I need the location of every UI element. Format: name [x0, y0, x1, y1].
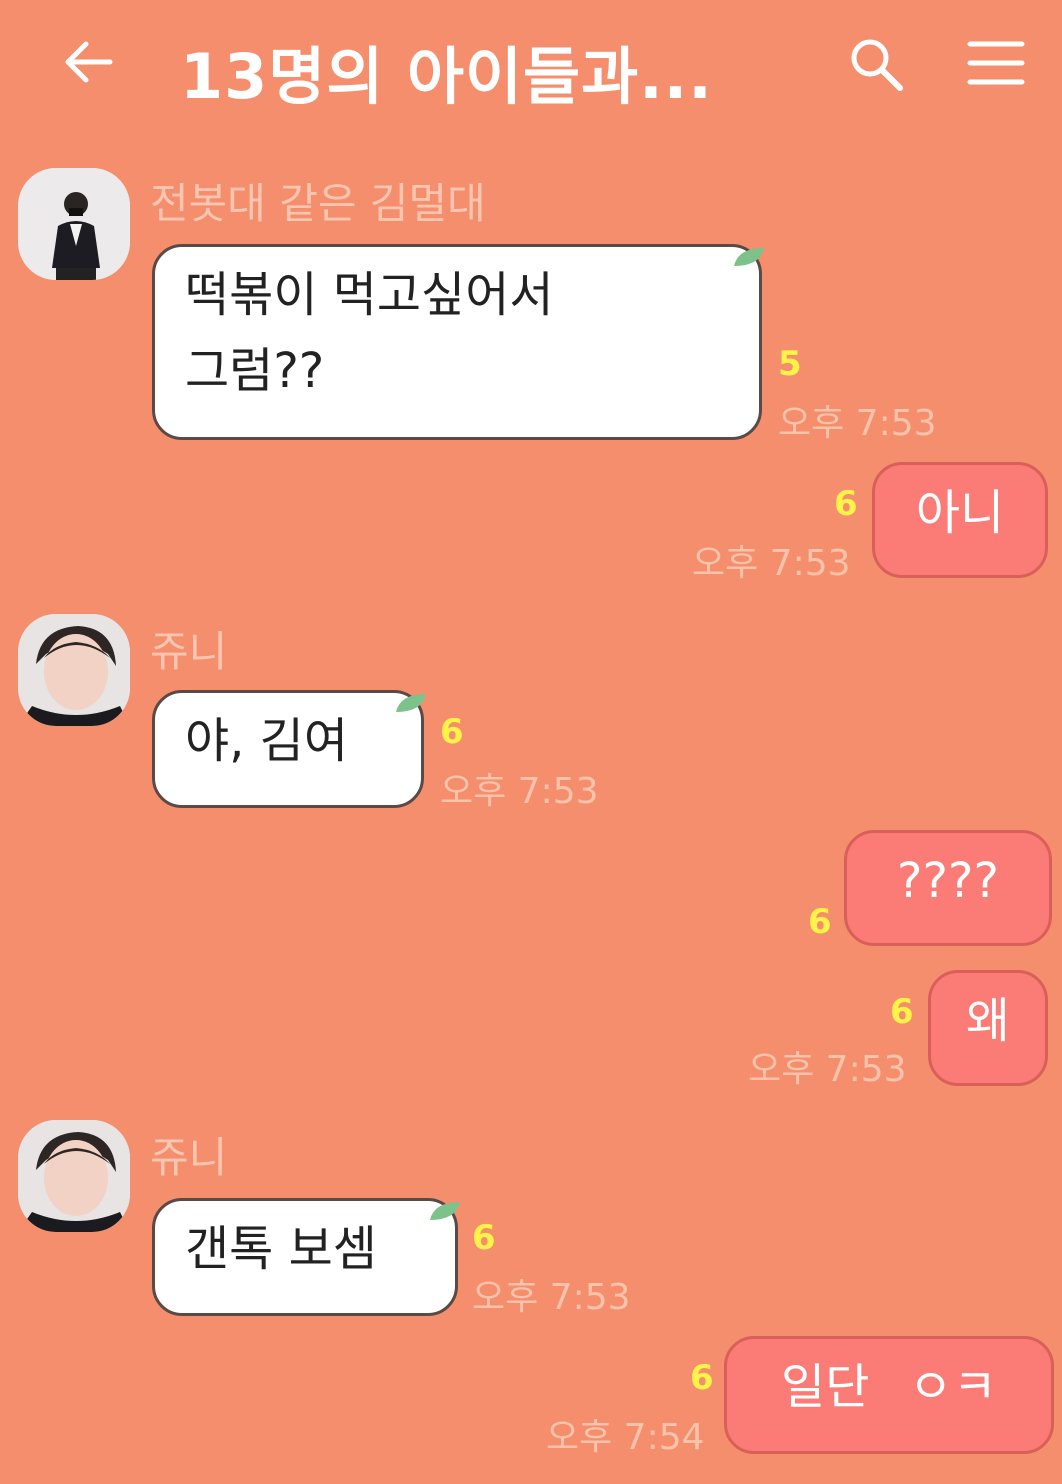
- message-time: 오후 7:53: [692, 543, 851, 584]
- message-bubble[interactable]: 갠톡 보셈: [152, 1198, 458, 1316]
- chat-room-title: 13명의 아이들과...: [180, 40, 713, 113]
- sender-name: 전봇대 같은 김멀대: [150, 179, 486, 228]
- unread-count: 6: [472, 1218, 496, 1258]
- chat-header: 13명의 아이들과...: [0, 0, 1062, 130]
- search-icon: [851, 39, 903, 91]
- message-time: 오후 7:53: [472, 1277, 631, 1318]
- message-text-line: 떡볶이 먹고싶어서: [185, 267, 554, 323]
- avatar-photo: [18, 1120, 130, 1232]
- message-bubble[interactable]: 떡볶이 먹고싶어서 그럼??: [152, 244, 762, 440]
- unread-count: 6: [834, 484, 858, 524]
- message-time: 오후 7:53: [748, 1049, 907, 1090]
- leaf-icon: [396, 694, 426, 712]
- sender-name: 쥬니: [150, 627, 228, 676]
- message-time: 오후 7:54: [546, 1417, 705, 1458]
- hamburger-menu-icon: [967, 41, 1025, 85]
- message-text-line: 그럼??: [185, 343, 325, 399]
- menu-button[interactable]: [966, 38, 1026, 88]
- unread-count: 6: [690, 1358, 714, 1398]
- avatar[interactable]: [18, 614, 130, 726]
- message-bubble[interactable]: 일단 ㅇㅋ: [724, 1336, 1054, 1454]
- avatar-photo: [18, 614, 130, 726]
- message-bubble[interactable]: 왜: [928, 970, 1048, 1086]
- leaf-icon: [430, 1202, 460, 1220]
- unread-count: 6: [808, 902, 832, 942]
- sender-name: 쥬니: [150, 1133, 228, 1182]
- message-time: 오후 7:53: [778, 403, 937, 444]
- avatar[interactable]: [18, 168, 130, 280]
- arrow-left-icon: [65, 41, 113, 83]
- search-button[interactable]: [846, 34, 906, 94]
- avatar[interactable]: [18, 1120, 130, 1232]
- leaf-icon: [734, 248, 764, 266]
- message-bubble[interactable]: ????: [844, 830, 1052, 946]
- message-bubble[interactable]: 아니: [872, 462, 1048, 578]
- message-bubble[interactable]: 야, 김여: [152, 690, 424, 808]
- unread-count: 6: [440, 712, 464, 752]
- unread-count: 5: [778, 344, 802, 384]
- unread-count: 6: [890, 992, 914, 1032]
- back-button[interactable]: [58, 32, 118, 92]
- avatar-photo: [18, 168, 130, 280]
- message-time: 오후 7:53: [440, 771, 599, 812]
